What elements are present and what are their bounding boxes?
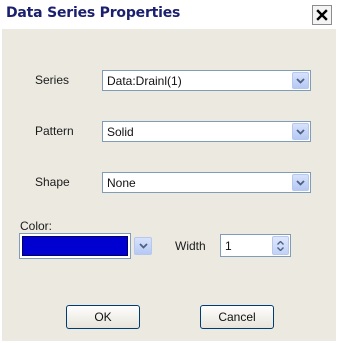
- arrow-down-icon[interactable]: [277, 246, 284, 251]
- color-swatch-fill: [22, 236, 128, 256]
- arrow-up-icon[interactable]: [277, 240, 284, 245]
- ok-button[interactable]: OK: [66, 305, 140, 329]
- chevron-down-icon: [296, 77, 305, 84]
- width-label: Width: [175, 239, 206, 253]
- shape-label: Shape: [35, 175, 70, 189]
- pattern-value: Solid: [107, 125, 134, 139]
- series-select[interactable]: Data:Drainl(1): [102, 70, 311, 91]
- width-value: 1: [225, 239, 232, 253]
- color-swatch[interactable]: [19, 233, 131, 259]
- color-picker[interactable]: [19, 233, 159, 259]
- width-spinner[interactable]: 1: [220, 234, 291, 257]
- shape-dropdown-button[interactable]: [292, 174, 309, 191]
- color-label: Color:: [20, 219, 53, 233]
- series-dropdown-button[interactable]: [292, 72, 309, 89]
- pattern-select[interactable]: Solid: [102, 121, 311, 142]
- close-icon: [316, 9, 328, 21]
- close-button[interactable]: [312, 5, 332, 25]
- color-dropdown-button[interactable]: [134, 237, 152, 255]
- shape-select[interactable]: None: [102, 172, 311, 193]
- dialog-body: Series Data:Drainl(1) Pattern Solid Shap…: [2, 29, 336, 341]
- cancel-button[interactable]: Cancel: [200, 305, 274, 329]
- title-bar: Data Series Properties: [0, 0, 338, 29]
- dialog-title: Data Series Properties: [6, 5, 181, 21]
- series-value: Data:Drainl(1): [107, 74, 182, 88]
- chevron-down-icon: [138, 243, 148, 249]
- series-label: Series: [35, 73, 70, 87]
- shape-value: None: [107, 176, 136, 190]
- chevron-down-icon: [296, 179, 305, 186]
- width-spin-buttons[interactable]: [272, 236, 289, 255]
- pattern-label: Pattern: [35, 124, 74, 138]
- chevron-down-icon: [296, 128, 305, 135]
- pattern-dropdown-button[interactable]: [292, 123, 309, 140]
- data-series-properties-dialog: Data Series Properties Series Data:Drain…: [0, 0, 338, 343]
